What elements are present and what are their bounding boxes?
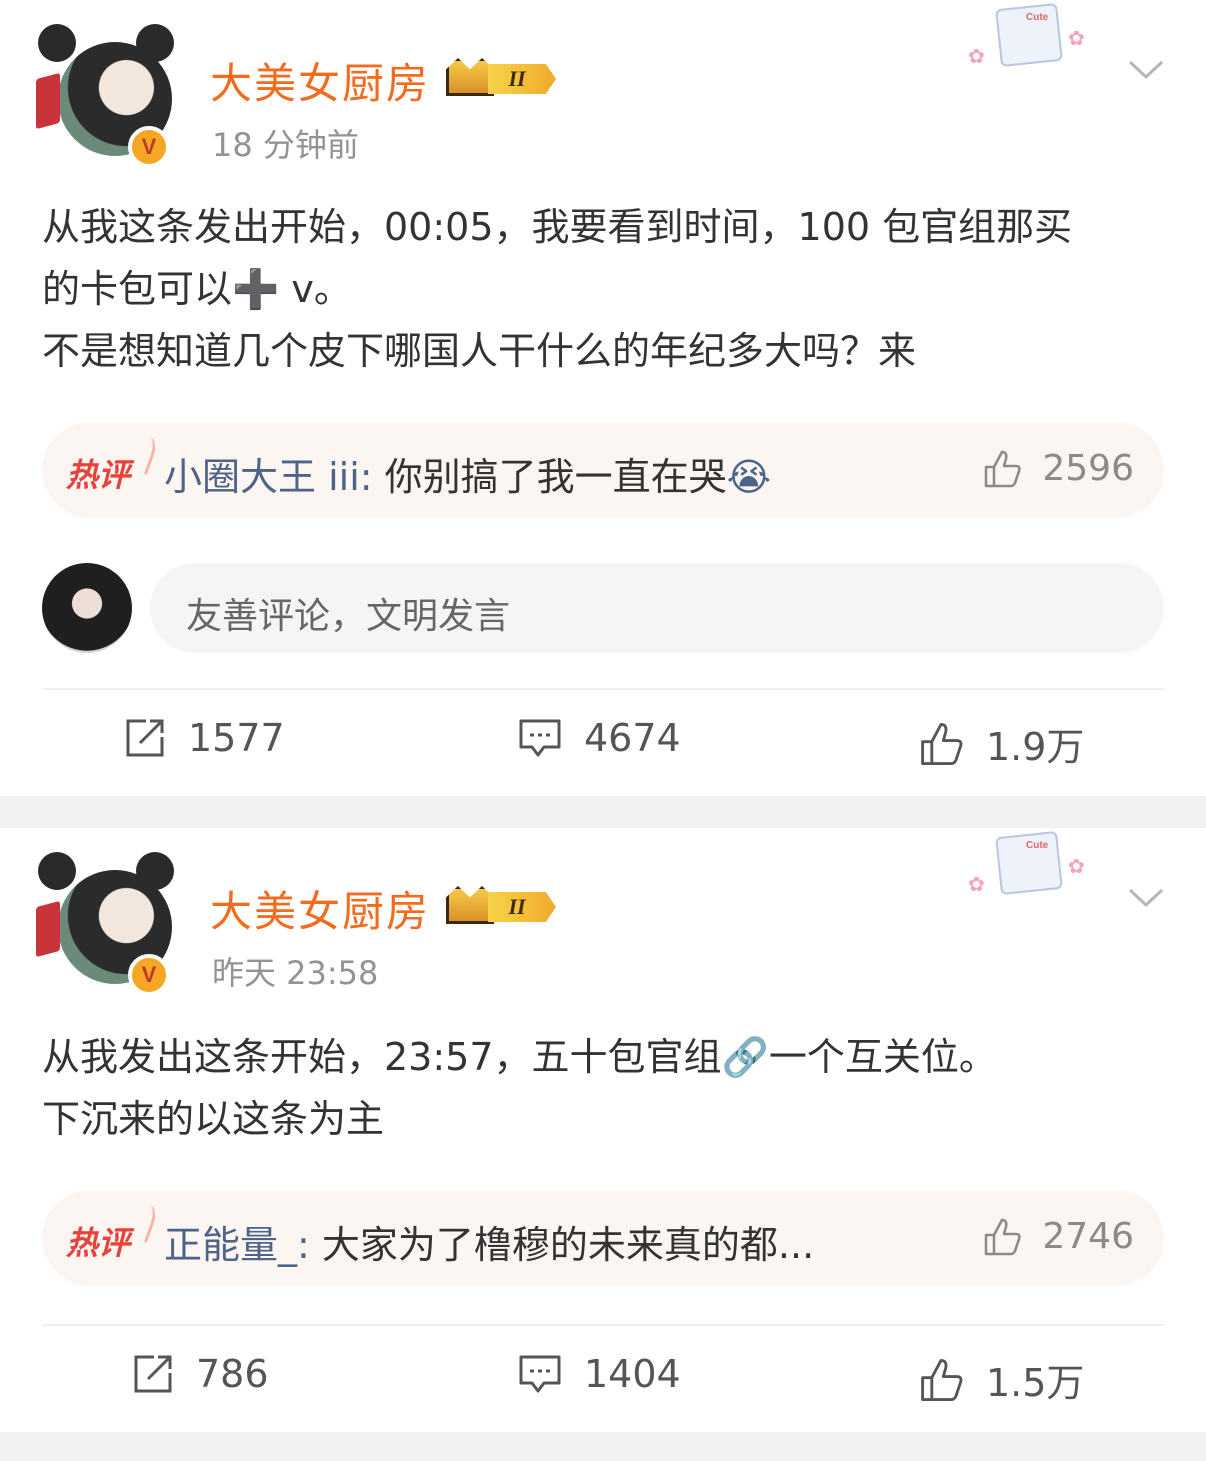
comment-input[interactable]: 友善评论，文明发言 <box>150 563 1164 653</box>
like-button[interactable]: 1.5万 <box>918 1352 1084 1407</box>
post-body-line: 下沉来的以这条为主 <box>42 1097 385 1141</box>
post-body-line: 从我这条发出开始，00:05，我要看到时间，100 包官组那买 <box>42 205 1073 249</box>
weibo-post-card: V 大美女厨房 II 18 分钟前 ✿ Cute ✿ 从我这条发出开始，00:0… <box>0 0 1206 796</box>
comment-icon <box>519 719 561 757</box>
sticker-label: Cute <box>1026 840 1049 851</box>
chevron-down-icon[interactable] <box>1128 60 1164 80</box>
repost-button[interactable]: 786 <box>132 1352 269 1396</box>
crown-icon <box>446 58 494 96</box>
comment-icon <box>519 1355 561 1393</box>
comment-count: 4674 <box>584 716 681 760</box>
flower-icon: ✿ <box>968 44 985 68</box>
hot-comment-text: 你别搞了我一直在哭 <box>384 455 727 499</box>
thumb-up-icon <box>921 1358 963 1401</box>
post-time: 18 分钟前 <box>212 126 359 164</box>
post-body-line: 的卡包可以➕ v。 <box>42 258 1162 320</box>
post-body-text: 一个互关位。 <box>768 1035 997 1079</box>
hot-comment[interactable]: 热评 小圈大王 iii: 你别搞了我一直在哭😭 2596 <box>42 422 1164 518</box>
like-count: 1.5万 <box>986 1361 1085 1405</box>
comment-button[interactable]: 4674 <box>518 716 681 760</box>
hot-comment-user[interactable]: 正能量_ <box>164 1223 297 1267</box>
comment-placeholder: 友善评论，文明发言 <box>186 596 511 637</box>
hot-comment-separator: : <box>297 1223 322 1267</box>
hot-comment-like-count: 2596 <box>1042 448 1134 489</box>
flower-icon: ✿ <box>1068 854 1085 878</box>
avatar-ear-left <box>38 24 76 62</box>
repost-count: 1577 <box>188 716 285 760</box>
hot-comment-content: 小圈大王 iii: 你别搞了我一直在哭😭 <box>164 446 771 501</box>
post-body: 从我发出这条开始，23:57，五十包官组🔗一个互关位。 下沉来的以这条为主 <box>42 1026 1162 1150</box>
author-avatar[interactable]: V <box>36 20 176 170</box>
avatar-bow-decoration <box>36 900 60 958</box>
feather-icon <box>124 1199 160 1243</box>
avatar-bow-decoration <box>36 72 60 130</box>
hot-comment-like-button[interactable]: 2596 <box>982 448 1134 489</box>
decorative-sticker: ✿ Cute ✿ <box>968 2 1092 70</box>
feather-icon <box>124 431 160 475</box>
hot-comment-text: 大家为了橹穆的未来真的都... <box>321 1223 815 1267</box>
member-crown-badge[interactable]: II <box>446 882 560 928</box>
author-avatar[interactable]: V <box>36 848 176 998</box>
like-button[interactable]: 1.9万 <box>918 716 1084 771</box>
flower-icon: ✿ <box>968 872 985 896</box>
repost-icon <box>134 1355 172 1393</box>
level-badge: II <box>488 892 556 922</box>
post-body-text: 从我发出这条开始，23:57，五十包官组 <box>42 1035 722 1079</box>
chevron-down-icon[interactable] <box>1128 888 1164 908</box>
crying-emoji-icon: 😭 <box>726 455 772 499</box>
like-count: 1.9万 <box>986 725 1085 769</box>
avatar-ear-left <box>38 852 76 890</box>
crown-icon <box>446 886 494 924</box>
current-user-avatar <box>42 563 132 653</box>
repost-button[interactable]: 1577 <box>124 716 285 760</box>
hot-comment-content: 正能量_: 大家为了橹穆的未来真的都... <box>164 1214 814 1269</box>
thumb-up-icon <box>921 722 963 765</box>
hot-comment-separator: : <box>359 455 385 499</box>
hot-comment-user[interactable]: 小圈大王 iii <box>164 455 360 499</box>
flower-icon: ✿ <box>1068 26 1085 50</box>
member-crown-badge[interactable]: II <box>446 54 560 100</box>
repost-icon <box>126 719 164 757</box>
post-body: 从我这条发出开始，00:05，我要看到时间，100 包官组那买 的卡包可以➕ v… <box>42 196 1162 382</box>
level-badge: II <box>488 64 556 94</box>
link-emoji-icon: 🔗 <box>721 1035 769 1079</box>
sticker-label: Cute <box>1026 12 1049 23</box>
post-body-line: 从我发出这条开始，23:57，五十包官组🔗一个互关位。 <box>42 1026 1162 1088</box>
hot-comment[interactable]: 热评 正能量_: 大家为了橹穆的未来真的都... 2746 <box>42 1190 1164 1286</box>
hot-comment-tag: 热评 <box>66 1225 131 1261</box>
post-body-text: 的卡包可以 <box>42 267 233 311</box>
post-body-text: v。 <box>279 267 352 311</box>
author-name[interactable]: 大美女厨房 <box>210 50 430 111</box>
author-name[interactable]: 大美女厨房 <box>210 878 430 939</box>
divider <box>42 1324 1164 1326</box>
plus-emoji-icon: ➕ <box>232 267 280 311</box>
repost-count: 786 <box>196 1352 269 1396</box>
thumb-up-icon <box>985 450 1021 487</box>
post-time: 昨天 23:58 <box>212 954 379 992</box>
post-body-line: 不是想知道几个皮下哪国人干什么的年纪多大吗？来 <box>42 329 917 373</box>
verified-badge-icon: V <box>128 954 170 996</box>
thumb-up-icon <box>985 1218 1021 1255</box>
hot-comment-like-count: 2746 <box>1042 1216 1134 1257</box>
comment-button[interactable]: 1404 <box>518 1352 681 1396</box>
hot-comment-tag: 热评 <box>66 457 131 493</box>
comment-count: 1404 <box>584 1352 681 1396</box>
weibo-post-card: V 大美女厨房 II 昨天 23:58 ✿ Cute ✿ 从我发出这条开始，23… <box>0 828 1206 1432</box>
verified-badge-icon: V <box>128 126 170 168</box>
decorative-sticker: ✿ Cute ✿ <box>968 830 1092 898</box>
hot-comment-like-button[interactable]: 2746 <box>982 1216 1134 1257</box>
divider <box>42 688 1164 690</box>
